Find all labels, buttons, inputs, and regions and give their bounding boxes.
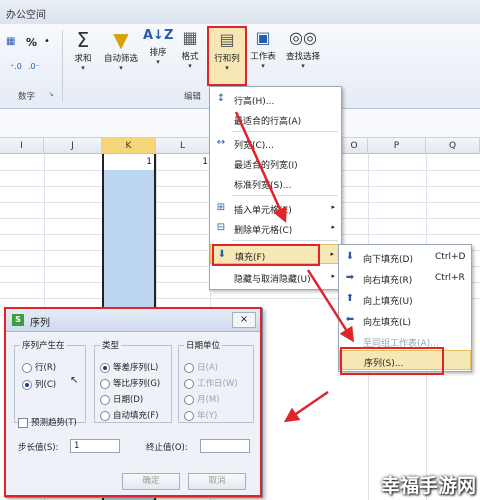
watermark: 幸福手游网 [380,475,476,497]
annotation-arrows [234,111,355,423]
arrow-to-dialog [283,390,329,423]
arrow-to-delete [234,111,287,223]
arrow-to-submenu [306,269,355,343]
